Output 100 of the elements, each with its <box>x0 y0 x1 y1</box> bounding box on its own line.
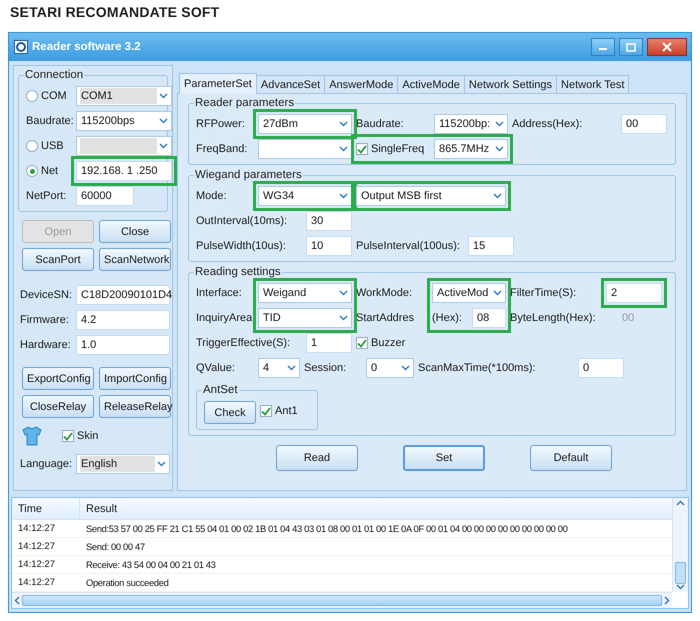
minimize-button[interactable] <box>591 38 615 56</box>
tab[interactable]: Network Test <box>556 75 630 93</box>
scroll-thumb[interactable] <box>675 562 686 584</box>
tab[interactable]: AdvanceSet <box>256 75 326 93</box>
text-field[interactable]: C18D20090101D4 <box>76 285 170 305</box>
chevron-icon <box>339 193 348 199</box>
dropdown[interactable]: 865.7MHz <box>434 139 508 159</box>
chevron-icon <box>339 290 348 296</box>
chevron-icon <box>493 193 502 199</box>
field-label: WorkMode: <box>356 286 414 301</box>
dropdown[interactable]: WG34 <box>258 186 352 206</box>
group-title: Reader parameters <box>195 97 294 109</box>
scroll-right-icon <box>664 596 670 605</box>
column-header: Result <box>85 502 118 517</box>
field-label: PulseWidth(10us): <box>196 239 287 254</box>
group-title: Connection <box>25 69 84 81</box>
value-text: 00 <box>621 311 636 326</box>
chevron-icon <box>495 146 504 152</box>
check-icon <box>357 144 367 154</box>
tab[interactable]: AnswerMode <box>324 75 398 93</box>
chevron-icon <box>287 365 296 371</box>
field-label: InquiryArea <box>196 311 254 326</box>
field-label: DeviceSN: <box>20 288 72 303</box>
dropdown[interactable]: Output MSB first <box>356 186 506 206</box>
radio-button[interactable]: COM <box>26 86 72 106</box>
action-button[interactable]: Read <box>276 445 358 471</box>
table-cell-text: 14:12:27 <box>17 576 56 590</box>
scroll-left-icon <box>14 596 20 605</box>
action-button[interactable]: CloseRelay <box>22 395 94 418</box>
checkbox[interactable]: Skin <box>62 426 122 446</box>
app-icon <box>14 40 28 54</box>
text-field[interactable]: 1 <box>306 333 352 353</box>
action-button[interactable]: ReleaseRelay <box>99 395 171 418</box>
dropdown[interactable]: 27dBm <box>258 114 352 134</box>
chevron-icon <box>159 118 168 124</box>
radio-button[interactable]: Net <box>26 161 72 181</box>
text-field[interactable]: 15 <box>468 236 514 256</box>
dropdown[interactable]: 115200bps <box>76 111 172 131</box>
action-button[interactable]: ImportConfig <box>99 367 171 390</box>
field-label: Language: <box>20 457 72 472</box>
dropdown[interactable] <box>258 139 352 159</box>
table-cell-text: Send: 00 00 47 <box>85 540 145 554</box>
checkbox[interactable]: Buzzer <box>356 333 426 353</box>
field-label: Baudrate: <box>356 117 405 132</box>
field-label: TriggerEffective(S): <box>196 336 292 351</box>
field-label: (Hex): <box>432 311 463 326</box>
dropdown[interactable]: TID <box>258 308 352 328</box>
text-field[interactable]: 10 <box>306 236 352 256</box>
chevron-icon <box>339 146 348 152</box>
text-field[interactable]: 1.0 <box>76 335 170 355</box>
action-button[interactable]: Default <box>530 445 612 471</box>
field-label: Session: <box>304 361 348 376</box>
field-label: FreqBand: <box>196 142 248 157</box>
action-button[interactable]: Set <box>403 445 485 471</box>
text-field[interactable]: 00 <box>621 114 667 134</box>
window-title: Reader software 3.2 <box>32 41 142 53</box>
dropdown[interactable]: ActiveMod <box>432 283 506 303</box>
table-cell-text: Operation succeeded <box>85 576 168 590</box>
action-button[interactable]: Close <box>99 220 171 243</box>
checkbox[interactable]: SingleFreq <box>356 139 430 159</box>
field-label: ScanMaxTime(*100ms): <box>418 361 537 376</box>
dropdown[interactable]: Weigand <box>258 283 352 303</box>
checkbox[interactable]: Ant1 <box>260 401 310 421</box>
text-field[interactable]: 08 <box>472 308 506 328</box>
scroll-down-icon <box>676 584 685 590</box>
tab[interactable]: Network Settings <box>464 75 558 93</box>
action-button[interactable]: ScanPort <box>22 248 94 271</box>
chevron-icon <box>493 290 502 296</box>
text-field[interactable]: 30 <box>306 211 352 231</box>
text-field[interactable]: 0 <box>578 358 624 378</box>
text-field[interactable]: 60000 <box>76 186 134 206</box>
field-label: OutInterval(10ms): <box>196 214 288 229</box>
close-button[interactable] <box>647 38 687 56</box>
field-label: PulseInterval(100us): <box>356 239 461 254</box>
group-title: Reading settings <box>195 266 281 278</box>
field-label: Firmware: <box>20 313 70 328</box>
tab[interactable]: ParameterSet <box>179 73 257 94</box>
field-label: NetPort: <box>26 189 68 204</box>
action-button[interactable]: Check <box>204 401 256 424</box>
chevron-icon <box>495 121 504 127</box>
group-title: Wiegand parameters <box>195 169 302 181</box>
dropdown[interactable]: 0 <box>366 358 414 378</box>
radio-button[interactable]: USB <box>26 136 72 156</box>
field-label: FilterTime(S): <box>510 286 578 301</box>
text-field[interactable]: 192.168. 1 .250 <box>76 161 172 181</box>
field-label: QValue: <box>196 361 236 376</box>
maximize-button[interactable] <box>619 38 643 56</box>
field-label: Baudrate: <box>26 114 72 129</box>
action-button[interactable]: ExportConfig <box>22 367 94 390</box>
tab[interactable]: ActiveMode <box>397 75 465 93</box>
text-field[interactable]: 4.2 <box>76 310 170 330</box>
field-label: Hardware: <box>20 338 72 353</box>
text-field[interactable]: 2 <box>606 283 662 303</box>
dropdown[interactable]: 4 <box>258 358 300 378</box>
scroll-thumb[interactable] <box>22 595 662 606</box>
check-icon <box>261 406 271 416</box>
table-cell-text: Send:53 57 00 25 FF 21 C1 55 04 01 00 02 1B 01 04 43 03 01 08 00 01 01 00 1E 0A 0F 00 01 04 00 00 00 00 00 00 00 00 00 <box>85 522 568 536</box>
action-button[interactable]: ScanNetwork <box>99 248 171 271</box>
table-cell-text: 14:12:27 <box>17 522 56 536</box>
dropdown[interactable]: 115200bp: <box>434 114 508 134</box>
